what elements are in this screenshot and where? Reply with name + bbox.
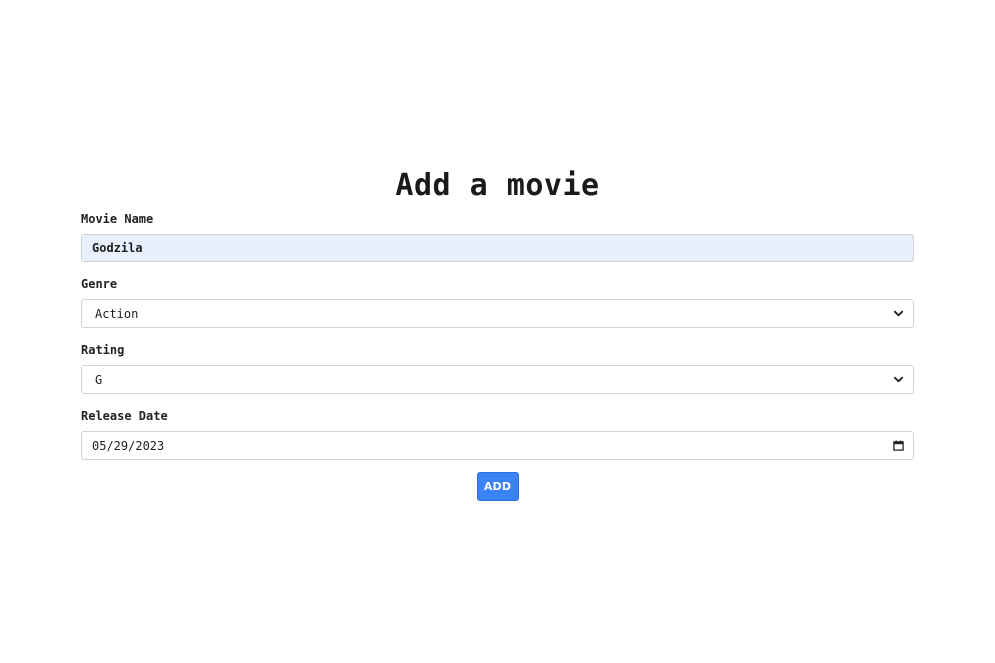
- button-row: ADD: [81, 472, 914, 501]
- release-date-input[interactable]: 05/29/2023: [81, 431, 914, 460]
- movie-name-value: Godzila: [92, 241, 143, 255]
- genre-select[interactable]: Action: [81, 299, 914, 328]
- calendar-icon[interactable]: [892, 440, 904, 452]
- add-button[interactable]: ADD: [476, 472, 519, 501]
- movie-name-input[interactable]: Godzila: [81, 234, 914, 262]
- genre-selected-value: Action: [95, 306, 139, 321]
- chevron-down-icon: [892, 374, 904, 386]
- movie-name-label: Movie Name: [81, 212, 154, 226]
- rating-selected-value: G: [95, 372, 103, 387]
- genre-label: Genre: [81, 277, 118, 291]
- release-date-value: 05/29/2023: [92, 438, 165, 453]
- release-date-label: Release Date: [81, 409, 168, 423]
- rating-select[interactable]: G: [81, 365, 914, 394]
- page-title: Add a movie: [395, 168, 600, 203]
- chevron-down-icon: [892, 308, 904, 320]
- add-movie-form: Add a movie Movie Name Godzila Genre Act…: [81, 166, 914, 501]
- rating-label: Rating: [81, 343, 125, 357]
